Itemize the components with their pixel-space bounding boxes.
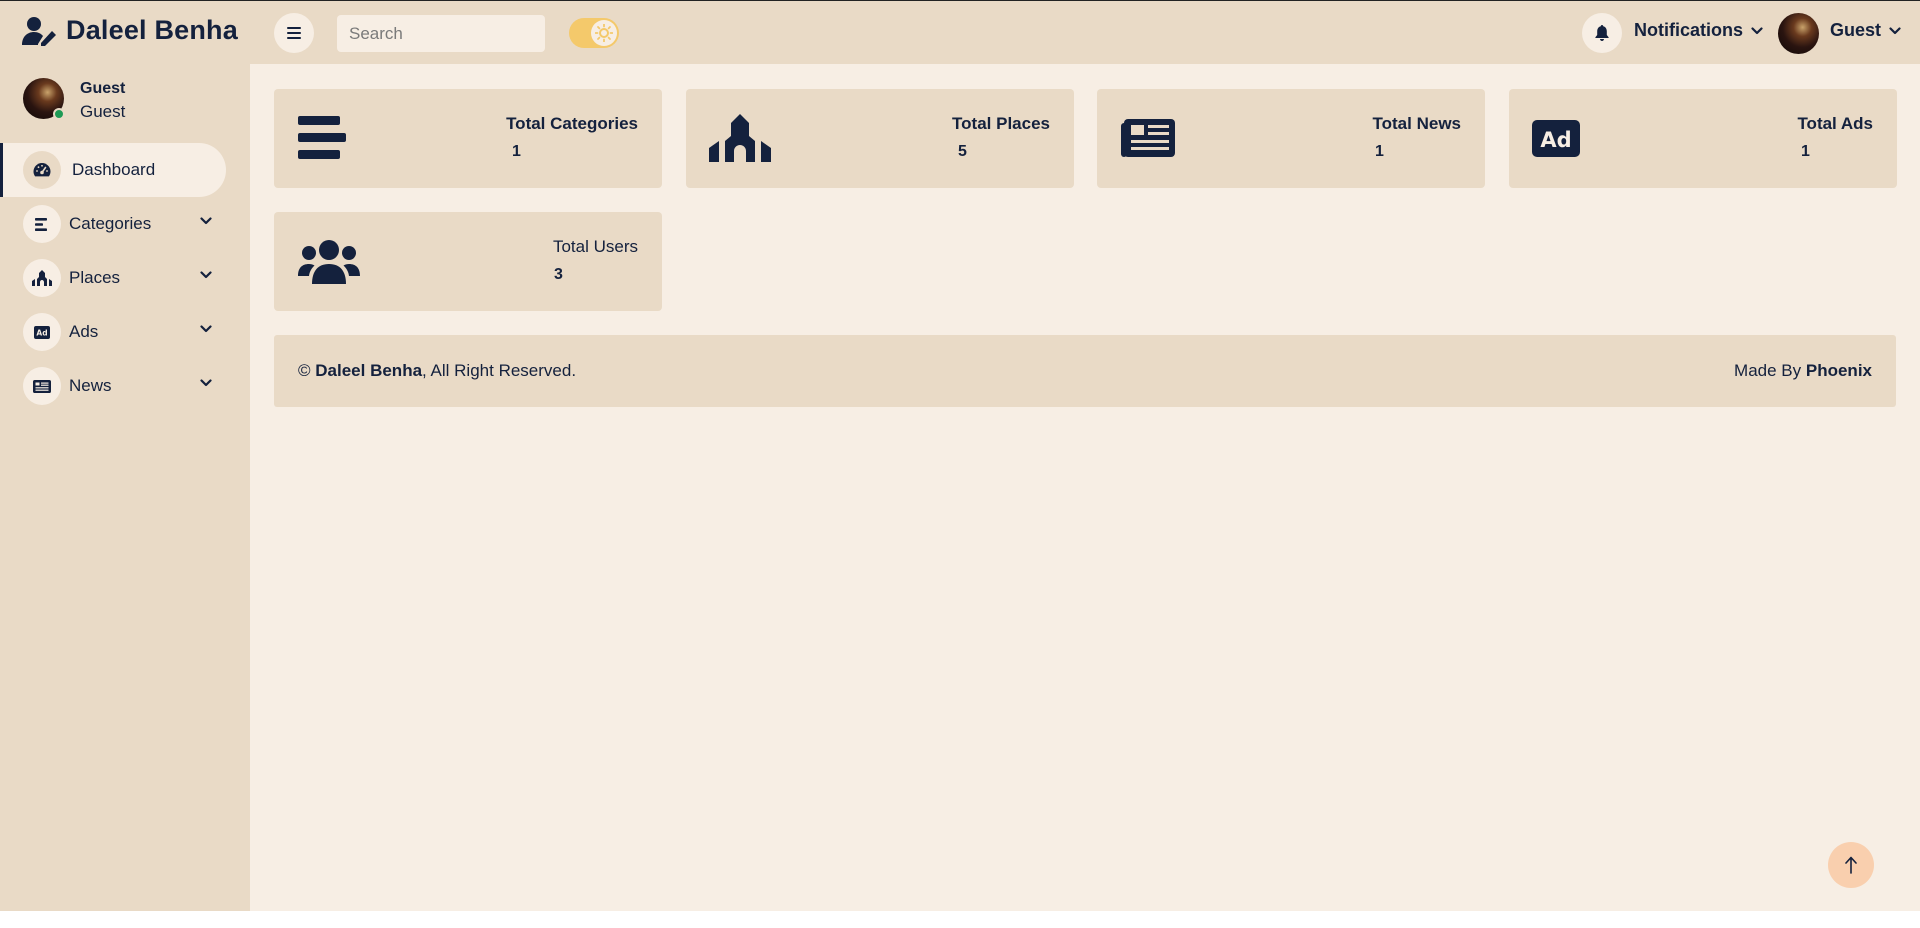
notifications-label: Notifications [1634,20,1744,40]
notifications-bell-button[interactable] [1582,13,1622,53]
sidebar-item-news[interactable]: News [0,359,226,413]
stat-title: Total Users [552,237,638,256]
sidebar-toggle-button[interactable] [274,13,314,53]
sidebar-item-ads[interactable]: Ad Ads [0,305,226,359]
svg-text:Ad: Ad [1540,128,1571,152]
sidebar-user-role: Guest [80,102,126,121]
footer-copyright: © Daleel Benha, All Right Reserved. [298,361,576,381]
stat-card-ads[interactable]: Ad Total Ads 1 [1509,89,1897,188]
stat-value: 1 [1801,143,1810,160]
users-icon [298,240,360,284]
align-left-icon [298,116,346,159]
chevron-down-icon [200,217,212,225]
footer-credit: Made By Phoenix [1734,361,1872,381]
toggle-knob [591,20,617,46]
newspaper-icon [33,379,51,393]
nav-icon-wrap [23,367,61,405]
brand[interactable]: Daleel Benha [22,15,238,46]
svg-text:Ad: Ad [36,328,47,337]
stat-title: Total News [1372,114,1461,133]
sidebar-item-categories[interactable]: Categories [0,197,226,251]
stat-value: 3 [554,266,563,283]
sidebar-item-dashboard[interactable]: Dashboard [0,143,226,197]
chevron-down-icon [200,271,212,279]
church-icon [709,114,771,162]
footer-brand[interactable]: Daleel Benha [315,361,422,380]
chevron-down-icon [200,379,212,387]
stat-value: 5 [958,143,967,160]
theme-toggle[interactable] [569,18,619,48]
footer-rights: , All Right Reserved. [422,361,577,380]
sun-icon [595,24,613,42]
arrow-up-icon [1845,856,1857,874]
user-menu-dropdown[interactable]: Guest [1830,20,1901,41]
stat-value: 1 [1375,143,1384,160]
nav-icon-wrap [23,205,61,243]
sidebar-user-name: Guest [80,80,126,97]
sidebar-item-label: Places [69,268,121,287]
ad-icon: Ad [1532,120,1580,157]
stat-card-users[interactable]: Total Users 3 [274,212,662,311]
notifications-dropdown[interactable]: Notifications [1634,20,1763,41]
stat-card-news[interactable]: Total News 1 [1097,89,1485,188]
newspaper-icon [1121,119,1175,157]
sidebar-item-places[interactable]: Places [0,251,226,305]
footer-made-by: Made By [1734,361,1802,380]
stat-title: Total Ads [1797,114,1873,133]
hamburger-icon [287,27,301,39]
chevron-down-icon [200,325,212,333]
nav-icon-wrap [23,259,61,297]
align-left-icon [35,217,47,231]
bell-icon [1595,25,1609,41]
online-status-dot [53,108,65,120]
user-menu-label: Guest [1830,20,1882,40]
gauge-icon [33,163,51,177]
sidebar-item-label: Categories [69,214,152,233]
stat-card-places[interactable]: Total Places 5 [686,89,1074,188]
brand-title: Daleel Benha [66,15,238,45]
chevron-down-icon [1751,26,1763,34]
stat-title: Total Places [952,114,1050,133]
user-avatar[interactable] [1778,13,1819,54]
nav-icon-wrap: Ad [23,313,61,351]
footer: © Daleel Benha, All Right Reserved. Made… [274,335,1896,407]
chevron-down-icon [1889,26,1901,34]
sidebar-item-label: Ads [69,322,99,341]
stat-card-categories[interactable]: Total Categories 1 [274,89,662,188]
copyright-symbol: © [298,361,311,380]
nav-icon-wrap [23,151,61,189]
top-navbar: Daleel Benha No [0,1,1920,64]
stat-value: 1 [512,143,521,160]
sidebar: Guest Guest Dashboard Categories Places … [0,64,250,911]
search-input[interactable] [337,15,545,52]
sidebar-item-label: News [69,376,112,395]
church-icon [32,270,52,286]
scroll-to-top-button[interactable] [1828,842,1874,888]
user-edit-icon [22,16,56,46]
stat-title: Total Categories [506,114,638,133]
ad-icon: Ad [34,325,50,339]
sidebar-item-label: Dashboard [72,160,156,179]
footer-author[interactable]: Phoenix [1806,361,1872,380]
